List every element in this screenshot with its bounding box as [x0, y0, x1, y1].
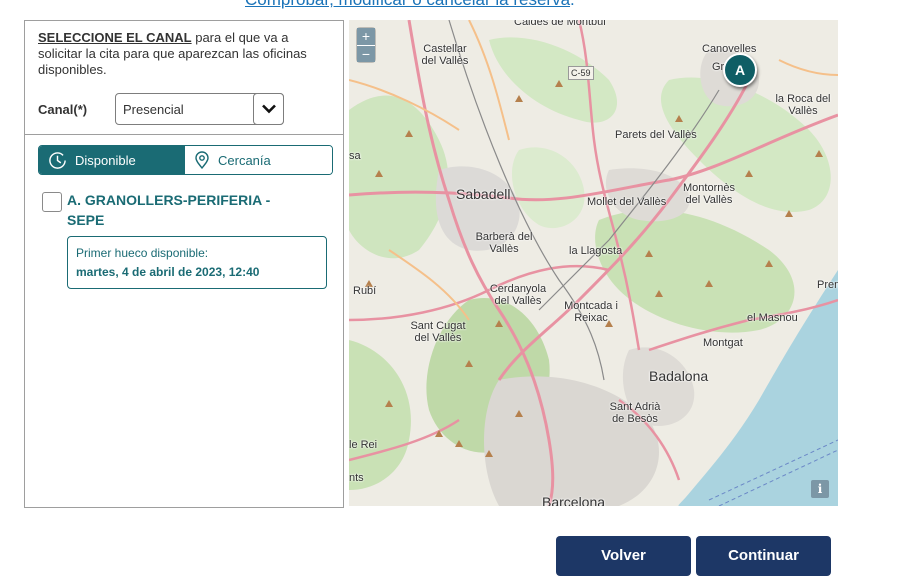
- zoom-out-button[interactable]: −: [357, 45, 375, 62]
- manage-booking-link-suffix: .: [570, 0, 575, 9]
- channel-instructions: SELECCIONE EL CANAL para el que va a sol…: [38, 30, 318, 78]
- canal-select-toggle[interactable]: [253, 93, 284, 125]
- first-slot-box: Primer hueco disponible: martes, 4 de ab…: [67, 236, 327, 289]
- canal-label: Canal(*): [38, 102, 88, 117]
- continue-button[interactable]: Continuar: [696, 536, 831, 576]
- map-label-nts: nts: [349, 472, 364, 484]
- map-label-barbera: Barberà del Vallès: [475, 231, 533, 255]
- tab-cercania-label: Cercanía: [218, 152, 271, 168]
- map-label-badalona: Badalona: [649, 368, 709, 384]
- map-label-santcugat: Sant Cugat del Vallès: [410, 320, 466, 344]
- map-label-castellar: Castellar del Vallès: [421, 43, 469, 67]
- first-slot-label: Primer hueco disponible:: [76, 246, 209, 260]
- map-label-caldes: Caldes de Montbui: [514, 20, 606, 28]
- map-tiles: [349, 20, 838, 506]
- map-label-roca: la Roca del Vallès: [775, 93, 831, 117]
- manage-booking-link[interactable]: Comprobar, modificar o cancelar la reser…: [245, 0, 570, 9]
- chevron-down-icon: [262, 104, 276, 114]
- office-marker[interactable]: A: [723, 53, 757, 87]
- office-name[interactable]: A. GRANOLLERS-PERIFERIA - SEPE: [67, 190, 297, 230]
- panel-divider: [25, 134, 343, 135]
- map-label-rubi: Rubí: [353, 285, 377, 297]
- map-label-montornes: Montornès del Vallès: [683, 182, 735, 206]
- map-label-santadria: Sant Adrià de Besòs: [609, 401, 661, 425]
- canal-select[interactable]: Presencial: [115, 93, 284, 125]
- map-label-montgat: Montgat: [703, 337, 743, 349]
- office-selection-panel: SELECCIONE EL CANAL para el que va a sol…: [24, 20, 344, 508]
- office-map[interactable]: Caldes de Montbui Castellar del Vallès C…: [349, 20, 838, 506]
- map-label-masnou: el Masnou: [747, 312, 798, 324]
- map-label-c59: C-59: [568, 66, 594, 80]
- appointment-page: Comprobar, modificar o cancelar la reser…: [0, 0, 911, 585]
- map-label-lerei: le Rei: [349, 439, 378, 451]
- manage-booking-line: Comprobar, modificar o cancelar la reser…: [245, 0, 575, 10]
- first-slot-value: martes, 4 de abril de 2023, 12:40: [76, 265, 260, 279]
- tab-disponible-label: Disponible: [75, 152, 136, 168]
- map-label-sa: sa: [349, 150, 361, 162]
- instruction-strong: SELECCIONE EL CANAL: [38, 30, 192, 45]
- tab-cercania[interactable]: Cercanía: [185, 146, 332, 174]
- map-label-mollet: Mollet del Vallès: [587, 196, 667, 208]
- map-label-montcada: Montcada i Reixac: [564, 300, 618, 324]
- map-label-cerdanyola: Cerdanyola del Vallès: [489, 283, 547, 307]
- map-label-llagosta: la Llagosta: [569, 245, 623, 257]
- map-label-premia: Prem: [817, 279, 838, 291]
- office-checkbox[interactable]: [42, 192, 62, 212]
- map-zoom-controls: + −: [357, 28, 375, 62]
- map-label-barcelona: Barcelona: [542, 494, 606, 506]
- sort-tabs: Disponible Cercanía: [38, 145, 333, 175]
- map-info-button[interactable]: i: [811, 480, 829, 498]
- tab-disponible[interactable]: Disponible: [39, 146, 185, 174]
- map-label-sabadell: Sabadell: [456, 186, 511, 202]
- back-button[interactable]: Volver: [556, 536, 691, 576]
- canal-select-value: Presencial: [123, 102, 184, 117]
- clock-icon: [49, 151, 66, 169]
- zoom-in-button[interactable]: +: [357, 28, 375, 45]
- location-pin-icon: [195, 151, 209, 169]
- map-label-parets: Parets del Vallès: [615, 129, 697, 141]
- map-label-canovelles: Canovelles: [702, 43, 757, 55]
